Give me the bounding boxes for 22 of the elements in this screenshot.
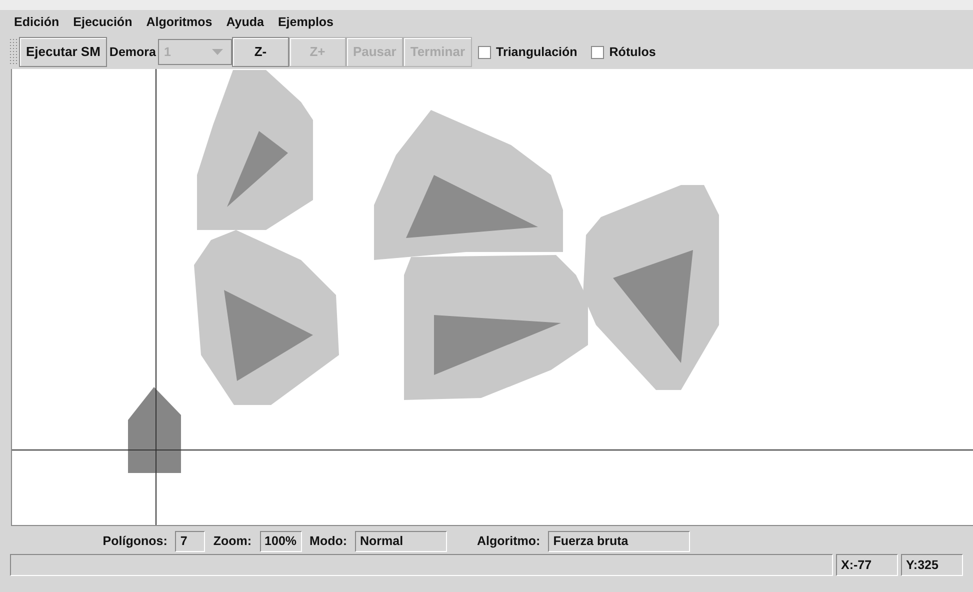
field-label: Algoritmo: xyxy=(477,532,540,550)
menu-item[interactable]: Algoritmos xyxy=(146,13,212,32)
menu-item[interactable]: Edición xyxy=(14,13,60,32)
caret-icon xyxy=(212,49,223,55)
field-label: Polígonos: xyxy=(102,532,168,550)
toolbar-button[interactable]: Ejecutar SM xyxy=(19,37,108,67)
checkbox[interactable]: Triangulación xyxy=(478,42,578,62)
y-coordinate: Y:325 xyxy=(901,554,963,576)
drawing-canvas[interactable] xyxy=(11,69,973,526)
field-label: Modo: xyxy=(310,532,348,550)
menu-item[interactable]: Ejemplos xyxy=(278,13,334,32)
info-field: Normal xyxy=(355,530,448,552)
menu-item[interactable]: Ayuda xyxy=(226,13,264,32)
menu-item[interactable]: Ejecución xyxy=(73,13,132,32)
toolbar-button[interactable]: Z- xyxy=(232,37,289,67)
field-label: Demora xyxy=(109,44,156,61)
field-label: Zoom: xyxy=(213,532,252,550)
checkbox[interactable]: Rótulos xyxy=(591,42,656,62)
info-field: 100% xyxy=(260,530,302,552)
x-coordinate: X:-77 xyxy=(836,554,898,576)
info-field: Fuerza bruta xyxy=(548,530,690,552)
info-field: 7 xyxy=(175,530,206,552)
